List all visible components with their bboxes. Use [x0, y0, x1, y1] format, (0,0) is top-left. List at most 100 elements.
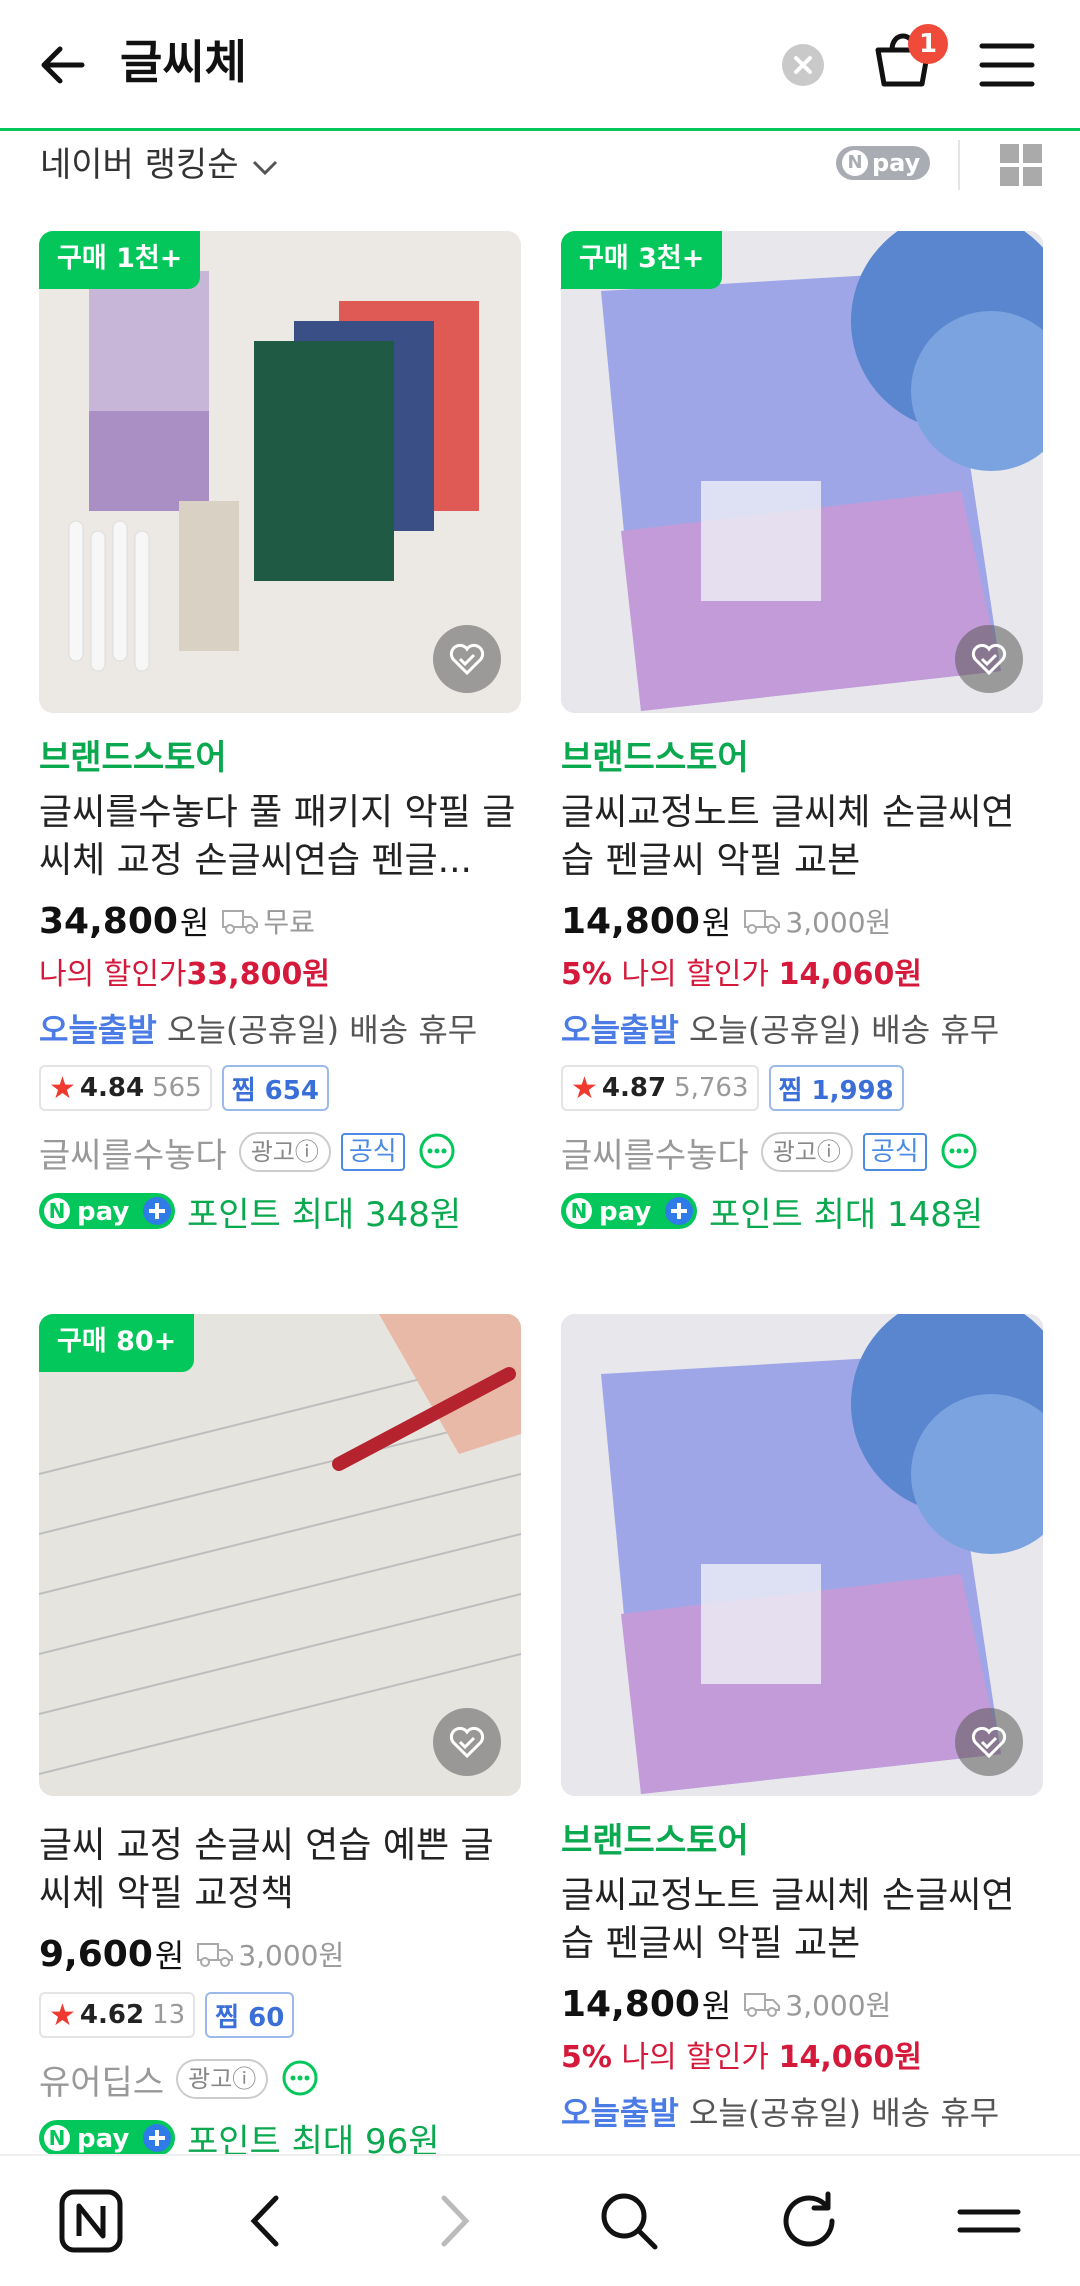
- discount-value: 14,060원: [778, 957, 922, 992]
- stats-row: ★ 4.87 5,763 찜 1,998: [561, 1065, 1043, 1111]
- product-card[interactable]: 구매 1천+ 브랜드스토어 글씨를수놓다 풀 패키지 악필 글씨체 교정 손글씨…: [39, 231, 521, 1235]
- product-card[interactable]: 구매 80+ 글씨 교정 손글씨 연습 예쁜 글씨체 악필 교정책 9,600 원…: [39, 1314, 521, 2162]
- chevron-down-icon[interactable]: [250, 152, 280, 182]
- heart-check-icon: [449, 643, 485, 675]
- seller-name[interactable]: 유어딥스: [39, 2055, 164, 2104]
- product-image[interactable]: 구매 80+: [39, 1314, 521, 1796]
- grid-view-icon[interactable]: [1000, 144, 1042, 186]
- wishlist-button[interactable]: [433, 1708, 501, 1776]
- npay-plus-icon: N pay: [39, 2120, 175, 2156]
- product-card[interactable]: 브랜드스토어 글씨교정노트 글씨체 손글씨연습 펜글씨 악필 교본 14,800…: [561, 1314, 1043, 2136]
- back-arrow-icon[interactable]: [34, 36, 92, 94]
- sort-bar: 네이버 랭킹순 Npay: [0, 130, 1080, 230]
- ad-label[interactable]: 광고ⓘ: [760, 1132, 853, 1172]
- zzim-count: 찜 1,998: [768, 1065, 904, 1111]
- hamburger-menu-icon[interactable]: [978, 40, 1036, 90]
- search-icon[interactable]: [594, 2186, 664, 2256]
- wishlist-button[interactable]: [955, 625, 1023, 693]
- truck-icon: [744, 1993, 781, 2017]
- product-card[interactable]: 구매 3천+ 브랜드스토어 글씨교정노트 글씨체 손글씨연습 펜글씨 악필 교본…: [561, 231, 1043, 1235]
- naver-home-icon[interactable]: [56, 2186, 126, 2256]
- browser-bottom-nav: [0, 2154, 1080, 2286]
- npay-plus-text: pay: [77, 2124, 129, 2154]
- discount-value: 33,800원: [186, 957, 330, 992]
- divider: [958, 140, 960, 190]
- stats-row: ★ 4.84 565 찜 654: [39, 1065, 521, 1111]
- truck-icon: [197, 1943, 234, 1967]
- product-name[interactable]: 글씨교정노트 글씨체 손글씨연습 펜글씨 악필 교본: [561, 1872, 1043, 1968]
- truck-icon: [222, 910, 259, 934]
- npay-point-row: N pay 포인트 최대 148원: [561, 1187, 1043, 1235]
- today-dispatch-label: 오늘출발: [39, 1011, 157, 1049]
- product-name[interactable]: 글씨를수놓다 풀 패키지 악필 글씨체 교정 손글씨연습 펜글...: [39, 789, 521, 885]
- price-unit: 원: [701, 1987, 732, 2025]
- forward-chevron-icon[interactable]: [418, 2186, 488, 2256]
- product-name[interactable]: 글씨 교정 손글씨 연습 예쁜 글씨체 악필 교정책: [39, 1822, 521, 1918]
- today-delivery: 오늘출발 오늘(공휴일) 배송 휴무: [561, 2090, 1043, 2136]
- zzim-count: 찜 60: [205, 1992, 295, 2038]
- price-row: 14,800 원 3,000원: [561, 1978, 1043, 2030]
- star-icon: ★: [571, 1070, 598, 1106]
- npay-plus-icon: N pay: [39, 1193, 175, 1229]
- today-dispatch-label: 오늘출발: [561, 2094, 679, 2132]
- my-discount-price: 5% 나의 할인가 14,060원: [561, 2036, 1043, 2080]
- product-image[interactable]: [561, 1314, 1043, 1796]
- price-unit: 원: [154, 1937, 185, 1975]
- search-query-title[interactable]: 글씨체: [120, 30, 247, 94]
- rating-badge: ★ 4.62 13: [39, 1992, 196, 2038]
- price-row: 9,600 원 3,000원: [39, 1928, 521, 1980]
- seller-name[interactable]: 글씨를수놓다: [39, 1128, 227, 1177]
- price-unit: 원: [179, 904, 210, 942]
- truck-icon: [744, 910, 781, 934]
- rating-score: 4.62: [79, 2000, 145, 2030]
- brand-store-label: 브랜드스토어: [561, 1821, 749, 1861]
- today-dispatch-note: 오늘(공휴일) 배송 휴무: [166, 1011, 478, 1049]
- refresh-icon[interactable]: [774, 2186, 844, 2256]
- wishlist-button[interactable]: [955, 1708, 1023, 1776]
- clear-search-button[interactable]: [782, 44, 824, 86]
- product-name[interactable]: 글씨교정노트 글씨체 손글씨연습 펜글씨 악필 교본: [561, 789, 1043, 885]
- sort-dropdown[interactable]: 네이버 랭킹순: [40, 140, 239, 190]
- npay-point-row: N pay 포인트 최대 348원: [39, 1187, 521, 1235]
- cart-count-badge: 1: [908, 24, 948, 64]
- review-count: 13: [152, 2000, 186, 2030]
- product-image[interactable]: 구매 3천+: [561, 231, 1043, 713]
- official-badge: 공식: [862, 1133, 927, 1171]
- my-discount-price: 5% 나의 할인가 14,060원: [561, 953, 1043, 997]
- brand-store-label: 브랜드스토어: [561, 738, 749, 778]
- seller-row: 유어딥스 광고ⓘ: [39, 2054, 521, 2104]
- seller-name[interactable]: 글씨를수놓다: [561, 1128, 749, 1177]
- svg-text:N: N: [571, 1199, 588, 1223]
- rating-badge: ★ 4.84 565: [39, 1065, 212, 1111]
- talktalk-chat-icon[interactable]: [939, 1132, 979, 1172]
- discount-label: 나의 할인가: [621, 2040, 770, 2075]
- ad-label[interactable]: 광고ⓘ: [238, 1132, 331, 1172]
- today-dispatch-note: 오늘(공휴일) 배송 휴무: [688, 2094, 1000, 2132]
- product-image[interactable]: 구매 1천+: [39, 231, 521, 713]
- menu-lines-icon[interactable]: [954, 2186, 1024, 2256]
- star-icon: ★: [49, 1997, 76, 2033]
- price-row: 14,800 원 3,000원: [561, 895, 1043, 947]
- price: 14,800: [561, 900, 700, 942]
- svg-text:N: N: [49, 1199, 66, 1223]
- discount-label: 나의 할인가: [621, 957, 770, 992]
- npay-plus-text: pay: [77, 1197, 129, 1227]
- ad-label[interactable]: 광고ⓘ: [176, 2059, 269, 2099]
- talktalk-chat-icon[interactable]: [280, 2059, 320, 2099]
- wishlist-button[interactable]: [433, 625, 501, 693]
- shipping-fee: 무료: [263, 906, 315, 939]
- heart-check-icon: [971, 1726, 1007, 1758]
- talktalk-chat-icon[interactable]: [417, 1132, 457, 1172]
- discount-rate: 5%: [561, 957, 612, 992]
- today-dispatch-note: 오늘(공휴일) 배송 휴무: [688, 1011, 1000, 1049]
- max-points: 포인트 최대 148원: [709, 1194, 984, 1235]
- max-points: 포인트 최대 348원: [187, 1194, 462, 1235]
- npay-plus-icon: N pay: [561, 1193, 697, 1229]
- back-chevron-icon[interactable]: [232, 2186, 302, 2256]
- npay-filter-toggle[interactable]: Npay: [836, 146, 930, 180]
- stats-row: ★ 4.62 13 찜 60: [39, 1992, 521, 2038]
- close-icon: [794, 56, 812, 74]
- rating-badge: ★ 4.87 5,763: [561, 1065, 759, 1111]
- official-badge: 공식: [340, 1133, 405, 1171]
- price-row: 34,800 원 무료: [39, 895, 521, 947]
